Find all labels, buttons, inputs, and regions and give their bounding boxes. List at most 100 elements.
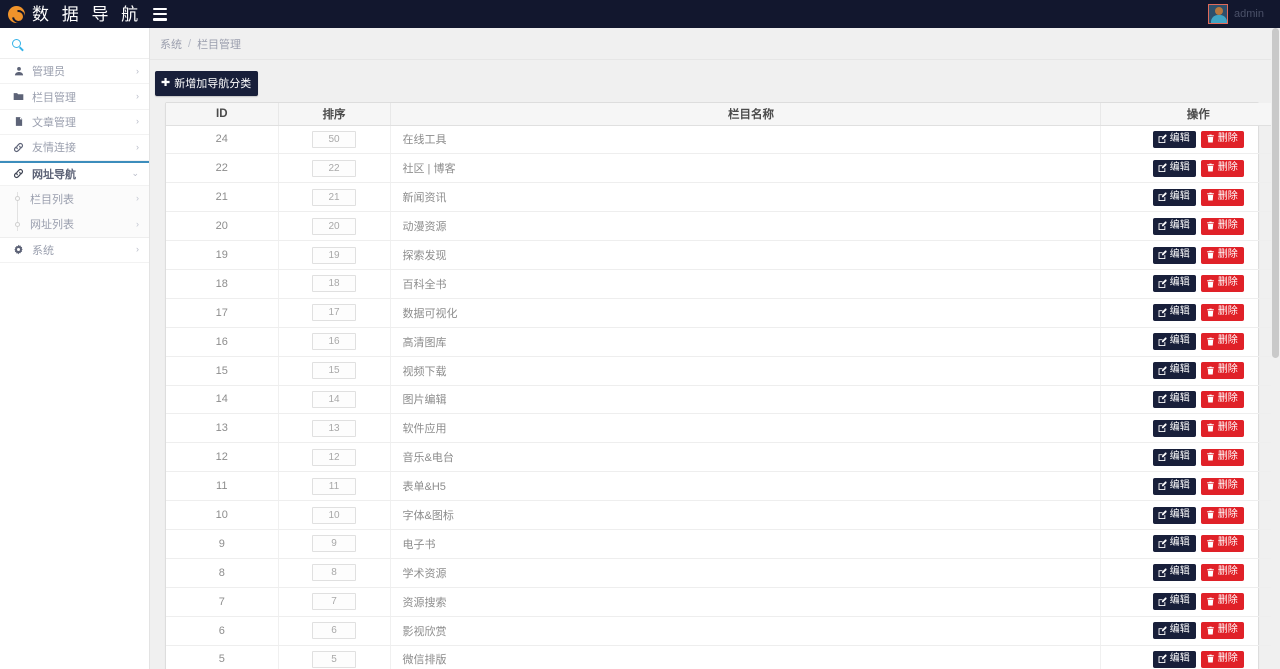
edit-button[interactable]: 编辑 [1152,622,1196,640]
delete-button[interactable]: 删除 [1200,622,1244,640]
delete-button[interactable]: 删除 [1200,275,1244,293]
cell-name: 图片编辑 [390,385,1101,415]
sort-input[interactable] [312,304,356,322]
table-row: 6影视欣赏编辑删除 [166,616,1280,646]
sidebar-subitem-category-list[interactable]: 栏目列表 › [0,186,149,211]
cell-name: 影视欣赏 [390,616,1101,646]
sort-input[interactable] [312,390,356,408]
delete-button[interactable]: 删除 [1200,217,1244,235]
sort-input[interactable] [312,275,356,293]
sidebar-item-system[interactable]: 系统 › [0,237,149,264]
edit-button[interactable]: 编辑 [1152,419,1196,437]
edit-button[interactable]: 编辑 [1152,246,1196,264]
cell-name: 动漫资源 [390,211,1101,242]
chevron-right-icon: › [136,65,139,76]
edit-button[interactable]: 编辑 [1152,362,1196,380]
delete-button[interactable]: 删除 [1200,333,1244,351]
sidebar-item-article-manage[interactable]: 文章管理 › [0,109,149,136]
trash-icon [1206,539,1214,548]
delete-button[interactable]: 删除 [1200,419,1244,437]
delete-button[interactable]: 删除 [1200,246,1244,264]
scrollbar-thumb[interactable] [1272,28,1279,358]
cell-name: 高清图库 [390,327,1101,357]
delete-button[interactable]: 删除 [1200,564,1244,582]
breadcrumb-root[interactable]: 系统 [160,36,182,52]
delete-button[interactable]: 删除 [1200,650,1244,668]
sort-input[interactable] [312,593,356,611]
sort-input[interactable] [312,506,356,524]
category-table: ID 排序 栏目名称 操作 24在线工具编辑删除22社区 | 博客编辑删除21新… [166,103,1280,669]
brand[interactable]: 数 据 导 航 [0,0,168,28]
edit-button[interactable]: 编辑 [1152,650,1196,668]
cell-action: 编辑 删除 [1100,442,1280,473]
sort-input[interactable] [312,477,356,495]
table-head: ID 排序 栏目名称 操作 [166,103,1280,126]
sort-input[interactable] [312,535,356,553]
sidebar-subitem-url-list[interactable]: 网址列表 › [0,211,149,236]
edit-button[interactable]: 编辑 [1152,390,1196,408]
edit-button[interactable]: 编辑 [1152,448,1196,466]
sort-input[interactable] [312,622,356,640]
edit-button[interactable]: 编辑 [1152,593,1196,611]
table-row: 10字体&图标编辑删除 [166,500,1280,530]
hamburger-icon[interactable] [153,7,168,21]
chevron-right-icon: › [136,244,139,255]
delete-button[interactable]: 删除 [1200,159,1244,177]
sidebar-item-category-manage[interactable]: 栏目管理 › [0,84,149,110]
delete-button[interactable]: 删除 [1200,593,1244,611]
breadcrumb: 系统 / 栏目管理 [150,28,1280,60]
sidebar-item-url-nav[interactable]: 网址导航 ⌄ [0,160,149,186]
edit-button[interactable]: 编辑 [1152,564,1196,582]
edit-button[interactable]: 编辑 [1152,535,1196,553]
delete-button[interactable]: 删除 [1200,304,1244,322]
sort-input[interactable] [312,130,356,148]
username-label[interactable]: admin [1234,8,1264,20]
edit-button[interactable]: 编辑 [1152,477,1196,495]
delete-button[interactable]: 删除 [1200,390,1244,408]
file-icon [12,116,25,127]
column-header-sort: 排序 [278,103,391,126]
sort-input[interactable] [312,362,356,380]
sort-input[interactable] [312,650,356,668]
edit-button[interactable]: 编辑 [1152,159,1196,177]
cell-id: 5 [166,645,279,669]
delete-button[interactable]: 删除 [1200,448,1244,466]
pencil-square-icon [1158,510,1167,520]
delete-button[interactable]: 删除 [1200,130,1244,148]
edit-button[interactable]: 编辑 [1152,188,1196,206]
pencil-square-icon [1158,597,1167,606]
sort-input[interactable] [312,564,356,582]
sidebar-item-friend-links[interactable]: 友情连接 › [0,135,149,161]
edit-button[interactable]: 编辑 [1152,304,1196,322]
cell-action: 编辑 删除 [1100,153,1280,184]
add-nav-category-button[interactable]: ✚ 新增加导航分类 [155,71,259,96]
edit-button[interactable]: 编辑 [1152,217,1196,235]
column-header-action: 操作 [1100,103,1280,126]
table-row: 20动漫资源编辑删除 [166,211,1280,242]
folder-icon [12,91,25,102]
edit-button[interactable]: 编辑 [1152,130,1196,148]
delete-button[interactable]: 删除 [1200,188,1244,206]
cell-sort [278,182,391,213]
sort-input[interactable] [312,419,356,437]
edit-button[interactable]: 编辑 [1152,506,1196,524]
sort-input[interactable] [312,333,356,351]
sidebar-item-admin[interactable]: 管理员 › [0,59,149,85]
bullet-icon [15,221,20,227]
page-scrollbar[interactable] [1271,28,1280,669]
delete-button[interactable]: 删除 [1200,362,1244,380]
sidebar-search[interactable] [0,28,149,59]
sort-input[interactable] [312,448,356,466]
search-input[interactable] [27,36,127,50]
sort-input[interactable] [312,188,356,206]
sort-input[interactable] [312,217,356,235]
edit-button[interactable]: 编辑 [1152,333,1196,351]
delete-button[interactable]: 删除 [1200,535,1244,553]
delete-button[interactable]: 删除 [1200,506,1244,524]
sort-input[interactable] [312,246,356,264]
edit-button[interactable]: 编辑 [1152,275,1196,293]
delete-button[interactable]: 删除 [1200,477,1244,495]
sort-input[interactable] [312,159,356,177]
user-avatar[interactable] [1208,4,1229,24]
cell-action: 编辑 删除 [1100,500,1280,530]
